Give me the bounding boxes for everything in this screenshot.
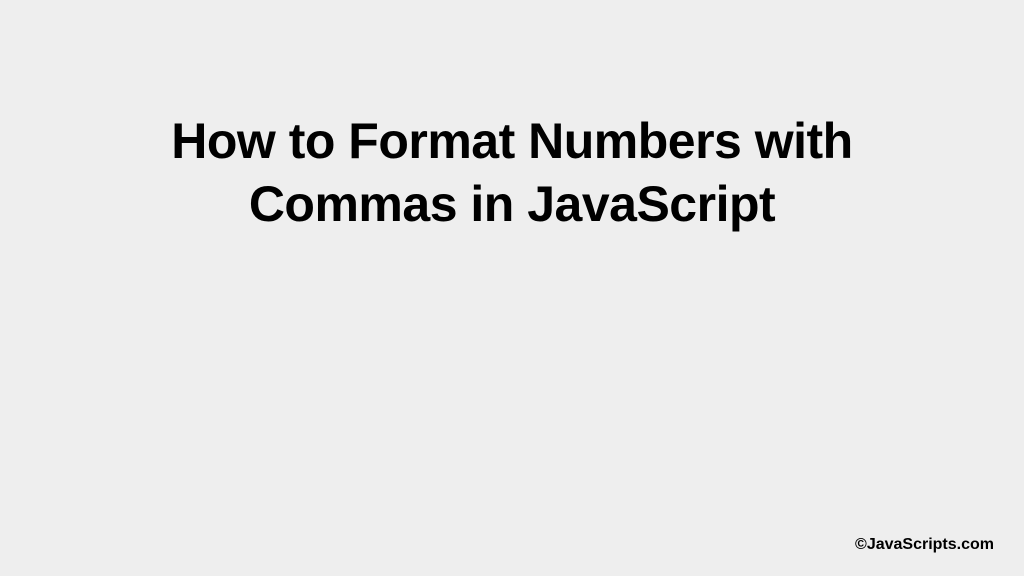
page-title: How to Format Numbers with Commas in Jav… [0, 110, 1024, 235]
attribution-text: ©JavaScripts.com [855, 536, 994, 554]
